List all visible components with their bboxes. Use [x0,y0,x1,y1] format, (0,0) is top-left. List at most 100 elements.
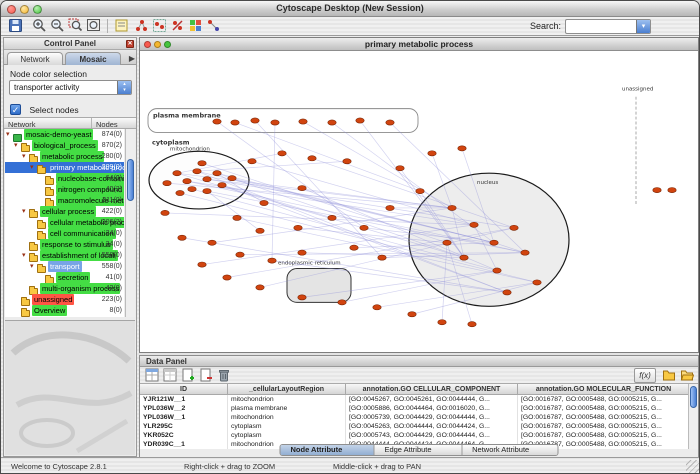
tree-row[interactable]: response to stimulus34(0) [5,239,124,250]
tree-scrollbar-thumb[interactable] [127,159,134,201]
graph-node[interactable] [458,146,466,151]
graph-node[interactable] [198,161,206,166]
column-header[interactable]: annotation.GO CELLULAR_COMPONENT [346,384,518,395]
graph-node[interactable] [298,250,306,255]
table-row[interactable]: YLR295Ccytoplasm[GO:0045263, GO:0044444,… [140,422,690,431]
graph-node[interactable] [193,169,201,174]
tab-network[interactable]: Network [7,52,63,65]
graph-node[interactable] [213,171,221,176]
graph-node[interactable] [396,166,404,171]
table-row[interactable]: YPL036W__1mitochondrion[GO:0005739, GO:0… [140,413,690,422]
select-attributes-button[interactable] [144,368,159,383]
control-panel-close-button[interactable]: ✕ [126,40,134,48]
tree-row[interactable]: ▾metabolic process280(0) [5,151,124,162]
search-dropdown-button[interactable]: ▾ [636,20,650,33]
table-row[interactable]: YJR121W__1mitochondrion[GO:0045267, GO:0… [140,395,690,404]
graph-node[interactable] [416,188,424,193]
expand-toggle-icon[interactable]: ▾ [22,206,29,217]
tree-row[interactable]: multi-organism process42(0) [5,283,124,294]
expand-toggle-icon[interactable]: ▾ [22,151,29,162]
tree-scrollbar[interactable] [125,129,135,317]
graph-node[interactable] [218,183,226,188]
graph-node[interactable] [233,215,241,220]
tree-row[interactable]: nucleobase-containing64(0) [5,173,124,184]
expand-toggle-icon[interactable]: ▾ [30,162,37,173]
import-attributes-button[interactable] [661,368,676,383]
graph-node[interactable] [298,295,306,300]
graph-node[interactable] [213,119,221,124]
graph-node[interactable] [438,320,446,325]
graph-node[interactable] [360,225,368,230]
graph-node[interactable] [256,285,264,290]
graph-node[interactable] [521,250,529,255]
tree-row[interactable]: nitrogen compound met40(2) [5,184,124,195]
trash-button[interactable] [216,368,231,383]
table-scrollbar[interactable] [688,384,698,449]
graph-node[interactable] [298,186,306,191]
table-row[interactable]: YKR052Ccytoplasm[GO:0005743, GO:0044429,… [140,431,690,440]
hide-selected-button[interactable] [133,18,150,35]
tree-row[interactable]: ▾establishment of locali558(0) [5,250,124,261]
network-canvas[interactable]: plasma membrane cytoplasm mitochondrion … [140,51,698,352]
new-attribute-button[interactable] [180,368,195,383]
graph-node[interactable] [308,156,316,161]
tree-row[interactable]: cell communication24(0) [5,228,124,239]
graph-node[interactable] [278,151,286,156]
tree-row[interactable]: ▾cellular process422(0) [5,206,124,217]
graph-node[interactable] [490,240,498,245]
tree-row[interactable]: Overview8(0) [5,305,124,316]
table-row[interactable]: YPL036W__2plasma membrane[GO:0005886, GO… [140,404,690,413]
graph-node[interactable] [248,159,256,164]
graph-node[interactable] [268,258,276,263]
function-builder-button[interactable]: f(x) [634,368,656,383]
graph-node[interactable] [408,312,416,317]
unselect-attributes-button[interactable] [162,368,177,383]
graph-node[interactable] [503,290,511,295]
expand-toggle-icon[interactable]: ▾ [6,129,13,140]
graph-node[interactable] [328,215,336,220]
tab-overflow-arrow-icon[interactable]: ▶ [129,54,135,63]
tree-row[interactable]: cellular metabolic proc206(2) [5,217,124,228]
tree-row[interactable]: ▾primary metabolic process209(0) [5,162,124,173]
graph-node[interactable] [386,120,394,125]
graph-node[interactable] [208,240,216,245]
graph-node[interactable] [161,210,169,215]
tree-row[interactable]: secretion41(0) [5,272,124,283]
graph-node[interactable] [178,235,186,240]
graph-node[interactable] [448,205,456,210]
zoom-fit-button[interactable] [85,18,102,35]
save-session-button[interactable] [7,18,24,35]
resize-grip[interactable] [686,460,699,473]
table-scrollbar-thumb[interactable] [690,386,697,408]
link-nodes-button[interactable] [205,18,222,35]
graph-node[interactable] [533,280,541,285]
mosaic-plugin-button[interactable] [187,18,204,35]
graph-node[interactable] [468,322,476,327]
graph-node[interactable] [231,120,239,125]
zoom-selected-button[interactable] [67,18,84,35]
graph-node[interactable] [343,159,351,164]
tab-network-attribute-browser[interactable]: Network Attribute Browser [462,445,557,455]
open-attributes-button[interactable] [679,368,694,383]
delete-attribute-button[interactable] [198,368,213,383]
column-header[interactable]: annotation.GO MOLECULAR_FUNCTION [518,384,690,395]
zoom-in-button[interactable] [31,18,48,35]
graph-node[interactable] [299,119,307,124]
graph-node[interactable] [236,252,244,257]
tree-row[interactable]: ▾mosaic-demo-yeast874(0) [5,129,124,140]
annotation-button[interactable] [113,18,130,35]
zoom-out-button[interactable] [49,18,66,35]
graph-node[interactable] [373,305,381,310]
graph-node[interactable] [428,151,436,156]
graph-node[interactable] [203,188,211,193]
graph-node[interactable] [493,268,501,273]
column-header[interactable]: ID [140,384,228,395]
create-group-button[interactable] [151,18,168,35]
tab-mosaic[interactable]: Mosaic [65,52,121,65]
graph-node[interactable] [653,187,661,192]
graph-node[interactable] [163,181,171,186]
expand-toggle-icon[interactable]: ▾ [22,250,29,261]
graph-node[interactable] [188,186,196,191]
graph-node[interactable] [510,225,518,230]
search-input[interactable] [567,21,635,32]
